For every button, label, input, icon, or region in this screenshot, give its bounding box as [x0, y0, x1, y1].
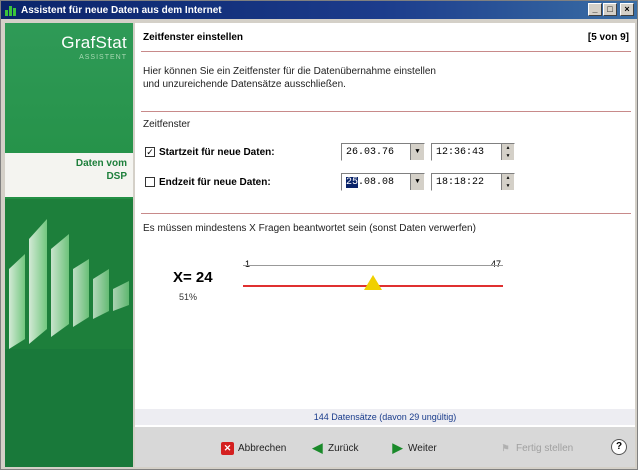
wizard-button-bar: ✕ Abbrechen ◀ Zurück ▶ Weiter ⚑ Fertig s…: [135, 426, 635, 467]
back-button[interactable]: ◀ Zurück: [311, 440, 359, 456]
slider-max-label: 47: [491, 259, 502, 269]
wizard-content: Zeitfenster einstellen [5 von 9] Hier kö…: [135, 23, 635, 467]
brand-logo: GrafStat: [61, 33, 127, 52]
wizard-window: Assistent für neue Daten aus dem Interne…: [0, 0, 638, 470]
start-time-field[interactable]: 12:36:43 ▲ ▼: [431, 143, 515, 161]
start-date-value: 26.03.76: [346, 146, 395, 158]
end-time-label: Endzeit für neue Daten:: [159, 176, 271, 188]
maximize-button[interactable]: □: [603, 3, 617, 16]
start-time-value: 12:36:43: [436, 146, 485, 158]
end-time-checkbox[interactable]: [145, 177, 155, 187]
description-line-1: Hier können Sie ein Zeitfenster für die …: [143, 66, 436, 77]
next-button-label: Weiter: [408, 442, 437, 454]
current-step-indicator: Daten vom DSP: [5, 153, 133, 197]
end-time-row: Endzeit für neue Daten:: [145, 173, 271, 191]
next-button[interactable]: ▶ Weiter: [391, 440, 437, 456]
chevron-down-icon[interactable]: ▼: [410, 174, 424, 190]
step-label-line1: Daten vom: [75, 158, 127, 169]
finish-button[interactable]: ⚑ Fertig stellen: [499, 440, 573, 456]
close-button[interactable]: ×: [620, 3, 634, 16]
divider: [141, 213, 631, 214]
x-value-label: X= 24: [173, 269, 213, 286]
step-label-line2: DSP: [106, 171, 127, 182]
x-percent-label: 51%: [179, 292, 198, 302]
page-title: Zeitfenster einstellen: [143, 32, 244, 43]
bar-graphic-icon: [5, 199, 133, 467]
section-label-fragen: Es müssen mindestens X Fragen beantworte…: [143, 223, 476, 234]
title-bar[interactable]: Assistent für neue Daten aus dem Interne…: [1, 1, 637, 19]
page-description: Hier können Sie ein Zeitfenster für die …: [143, 65, 613, 91]
divider: [141, 111, 631, 112]
help-button[interactable]: ?: [611, 439, 627, 455]
start-time-row: ✓ Startzeit für neue Daten:: [145, 143, 275, 161]
minimize-button[interactable]: _: [588, 3, 602, 16]
slider-scale-line: [243, 265, 503, 266]
end-time-field[interactable]: 18:18:22 ▲ ▼: [431, 173, 515, 191]
cancel-button[interactable]: ✕ Abbrechen: [221, 440, 286, 456]
grafstat-app-icon: [5, 4, 17, 16]
section-label-zeitfenster: Zeitfenster: [143, 119, 191, 130]
cancel-button-label: Abbrechen: [238, 442, 287, 454]
finish-button-label: Fertig stellen: [516, 442, 574, 454]
description-line-2: und unzureichende Datensätze ausschließe…: [143, 79, 346, 90]
end-time-value: 18:18:22: [436, 176, 485, 188]
slider-thumb[interactable]: [364, 275, 382, 290]
window-title: Assistent für neue Daten aus dem Interne…: [21, 4, 222, 16]
cancel-x-icon: ✕: [221, 441, 234, 455]
spin-buttons-icon[interactable]: ▲ ▼: [501, 144, 514, 160]
chevron-down-icon[interactable]: ▼: [410, 144, 424, 160]
start-date-picker[interactable]: 26.03.76 ▼: [341, 143, 425, 161]
end-date-rest: .08.08: [358, 176, 395, 188]
page-counter: [5 von 9]: [587, 32, 629, 43]
spin-buttons-icon[interactable]: ▲ ▼: [501, 174, 514, 190]
page-header: Zeitfenster einstellen [5 von 9]: [135, 23, 635, 49]
wizard-sidebar: GrafStat ASSISTENT Daten vom DSP: [5, 23, 133, 467]
end-date-selected-part: 25: [346, 176, 359, 188]
start-time-label: Startzeit für neue Daten:: [159, 146, 275, 158]
end-date-picker[interactable]: 25 .08.08 ▼: [341, 173, 425, 191]
divider: [141, 51, 631, 52]
dataset-status: 144 Datensätze (davon 29 ungültig): [135, 409, 635, 425]
arrow-right-icon: ▶: [392, 440, 403, 455]
finish-flag-icon: ⚑: [501, 442, 510, 453]
brand-subtitle: ASSISTENT: [79, 54, 127, 61]
back-button-label: Zurück: [328, 442, 359, 454]
slider-min-label: 1: [245, 259, 251, 269]
arrow-left-icon: ◀: [312, 440, 323, 455]
start-time-checkbox[interactable]: ✓: [145, 147, 155, 157]
